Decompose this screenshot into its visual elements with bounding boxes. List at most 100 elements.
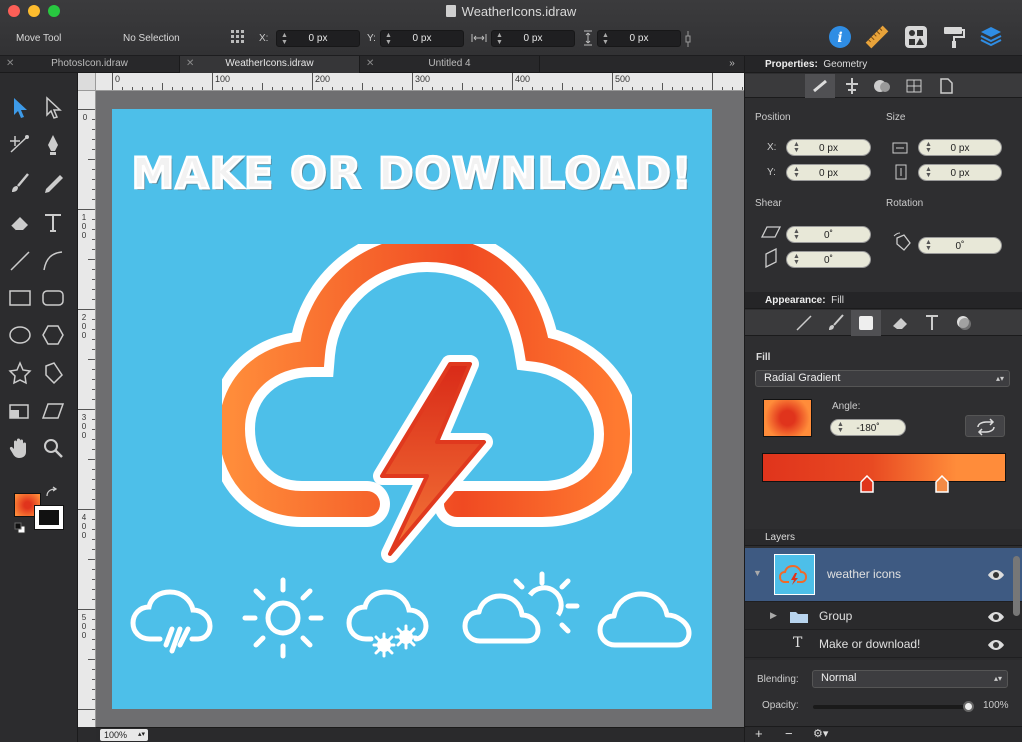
size-height-field[interactable]: ▲ ▼ 0 px [918, 164, 1002, 181]
sun-icon[interactable] [240, 575, 326, 661]
snow-cloud-icon[interactable] [346, 589, 446, 669]
pencil-icon[interactable] [40, 171, 66, 197]
rain-cloud-icon[interactable] [130, 589, 228, 669]
info-icon[interactable]: i [827, 24, 853, 50]
x-field[interactable]: ▲ ▼ 0 px [276, 30, 360, 47]
arc-tool-icon[interactable] [40, 248, 66, 274]
zoom-tool-icon[interactable] [40, 435, 66, 461]
layer-actions-gear-icon[interactable]: ⚙▾ [813, 727, 828, 741]
swap-colors-icon[interactable] [44, 486, 60, 500]
scale-tool-icon[interactable] [7, 398, 33, 424]
tab-photosicon[interactable]: ✕ PhotosIcon.idraw [0, 56, 180, 73]
text-style-icon[interactable] [917, 310, 947, 336]
shear-label: Shear [755, 198, 782, 209]
direct-select-arrow-icon[interactable] [40, 95, 66, 121]
eraser-icon[interactable] [7, 210, 33, 236]
add-layer-button[interactable]: + [755, 727, 763, 741]
ruler-icon[interactable] [864, 24, 890, 50]
styles-roller-icon[interactable] [941, 24, 967, 50]
layer-name: Group [819, 609, 853, 623]
shadow-icon[interactable] [949, 310, 979, 336]
disclosure-closed-icon[interactable]: ▶ [770, 610, 777, 621]
headline-text[interactable]: MAKE OR DOWNLOAD! [112, 148, 712, 201]
fill-type-select[interactable]: Radial Gradient ▴▾ [755, 370, 1010, 387]
close-tab-icon[interactable]: ✕ [366, 56, 374, 72]
partly-cloudy-icon[interactable] [462, 571, 588, 657]
shear-tool-icon[interactable] [40, 398, 66, 424]
tabs-overflow-button[interactable]: » [720, 56, 744, 73]
shear-vertical-field[interactable]: ▲ ▼ 0˚ [786, 251, 871, 268]
canvas-area[interactable]: MAKE OR DOWNLOAD! [96, 91, 744, 727]
appearance-header: Appearance: Fill [745, 292, 1022, 309]
appearance-subtabs [745, 310, 1022, 336]
star-tool-icon[interactable] [7, 360, 33, 386]
align-icon[interactable] [837, 74, 867, 98]
rotate-tool-icon[interactable] [40, 360, 66, 386]
text-tool-icon[interactable] [40, 210, 66, 236]
opacity-slider-track[interactable] [813, 705, 971, 709]
zoom-select[interactable]: 100% ▴▾ [100, 729, 148, 741]
gradient-bar[interactable] [762, 453, 1006, 482]
visibility-eye-icon[interactable] [987, 611, 1005, 623]
lightning-cloud-icon[interactable] [222, 244, 632, 564]
polygon-tool-icon[interactable] [40, 322, 66, 348]
visibility-eye-icon[interactable] [987, 639, 1005, 651]
artboard[interactable]: MAKE OR DOWNLOAD! [112, 109, 712, 709]
stroke-color-well[interactable] [34, 505, 64, 530]
shear-horizontal-field[interactable]: ▲ ▼ 0˚ [786, 226, 871, 243]
eraser-effect-icon[interactable] [885, 310, 915, 336]
rectangle-tool-icon[interactable] [7, 285, 33, 311]
close-tab-icon[interactable]: ✕ [186, 56, 194, 72]
line-tool-icon[interactable] [7, 248, 33, 274]
pen-tool-icon[interactable] [40, 132, 66, 158]
boolean-shapes-icon[interactable] [867, 74, 897, 98]
tab-untitled-4[interactable]: ✕ Untitled 4 [360, 56, 540, 73]
grid-align-icon[interactable] [230, 29, 246, 45]
cloud-icon[interactable] [597, 589, 697, 659]
size-width-field[interactable]: ▲ ▼ 0 px [918, 139, 1002, 156]
layers-icon[interactable] [978, 24, 1004, 50]
layer-row-text[interactable]: T Make or download! [745, 631, 1022, 658]
position-y-field[interactable]: ▲ ▼ 0 px [786, 164, 871, 181]
width-field[interactable]: ▲ ▼ 0 px [491, 30, 575, 47]
folder-icon [790, 612, 808, 623]
gradient-preview-swatch[interactable] [763, 399, 812, 437]
grid-icon[interactable] [899, 74, 929, 98]
node-tool-icon[interactable] [7, 132, 33, 158]
selection-arrow-icon[interactable] [7, 95, 33, 121]
remove-layer-button[interactable]: − [785, 727, 793, 741]
tab-weathericons[interactable]: ✕ WeatherIcons.idraw [180, 56, 360, 73]
text-layer-icon: T [793, 635, 803, 651]
ruler-label: 300 [415, 74, 431, 84]
default-colors-icon[interactable] [14, 522, 26, 534]
hand-tool-icon[interactable] [7, 435, 33, 461]
brush-stroke-icon[interactable] [821, 310, 851, 336]
opacity-slider-knob[interactable] [963, 701, 974, 712]
link-proportions-icon[interactable] [684, 30, 692, 48]
document-settings-icon[interactable] [931, 74, 961, 98]
rotation-field[interactable]: ▲ ▼ 0˚ [918, 237, 1002, 254]
title-toolbar: WeatherIcons.idraw Move Tool No Selectio… [0, 0, 1022, 56]
layers-scrollbar[interactable] [1013, 556, 1020, 616]
rounded-rectangle-tool-icon[interactable] [40, 285, 66, 311]
gradient-stop-end[interactable] [935, 475, 949, 493]
position-x-field[interactable]: ▲ ▼ 0 px [786, 139, 871, 156]
layer-row-weather-icons[interactable]: ▼ weather icons [745, 548, 1022, 602]
geometry-ruler-icon[interactable] [805, 74, 835, 98]
ellipse-tool-icon[interactable] [7, 322, 33, 348]
visibility-eye-icon[interactable] [987, 569, 1005, 581]
ruler-label: 200 [81, 313, 87, 340]
height-field[interactable]: ▲ ▼ 0 px [597, 30, 681, 47]
fill-icon[interactable] [851, 310, 881, 336]
layer-row-group[interactable]: ▶ Group [745, 603, 1022, 630]
blending-select[interactable]: Normal ▴▾ [812, 670, 1008, 688]
gradient-stop-start[interactable] [860, 475, 874, 493]
disclosure-open-icon[interactable]: ▼ [753, 568, 762, 578]
close-tab-icon[interactable]: ✕ [6, 56, 14, 72]
stroke-line-icon[interactable] [789, 310, 819, 336]
y-field[interactable]: ▲ ▼ 0 px [380, 30, 464, 47]
angle-field[interactable]: ▲ ▼ -180˚ [830, 419, 906, 436]
brush-icon[interactable] [7, 171, 33, 197]
library-icon[interactable] [903, 24, 929, 50]
reverse-gradient-button[interactable] [965, 415, 1005, 437]
